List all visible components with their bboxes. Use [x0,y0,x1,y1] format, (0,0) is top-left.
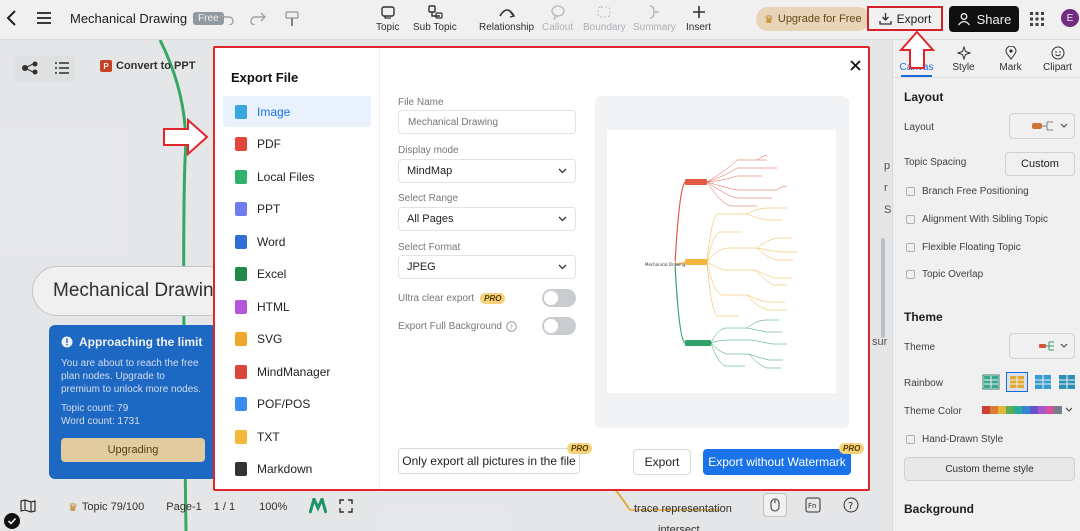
chevron-down-icon [558,168,567,174]
markdown-file-icon [235,461,247,476]
export-pictures-button[interactable]: Only export all pictures in the file [398,448,580,474]
format-label: SVG [257,331,283,346]
full-background-toggle[interactable] [542,317,576,335]
export-file-dialog: Export File Image PDF Local Files PPT Word Ex… [213,46,870,491]
close-icon [849,59,861,71]
ultra-clear-toggle[interactable] [542,289,576,307]
format-label: Markdown [257,461,313,476]
ultra-clear-row: Ultra clear export PRO [398,289,576,307]
txt-file-icon [235,429,247,444]
select-format-value: JPEG [407,261,436,273]
display-mode-value: MindMap [407,165,453,177]
format-item-html[interactable]: HTML [223,291,371,322]
format-label: PDF [257,136,281,151]
annotation-arrow-up-icon [899,30,935,69]
word-file-icon [235,234,247,249]
svg-text:?: ? [509,323,513,331]
select-range-select[interactable]: All Pages [398,207,576,231]
ppt-file-icon [235,201,247,216]
pdf-file-icon [235,136,247,151]
dialog-title: Export File [231,70,299,85]
format-label: PPT [257,201,281,216]
local-file-icon [235,169,247,184]
format-label: HTML [257,299,290,314]
pro-badge: PRO [839,443,865,454]
format-label: Local Files [257,169,315,184]
preview-canvas: Mechanical Drawing [607,130,836,393]
select-range-label: Select Range [398,193,459,204]
display-mode-select[interactable]: MindMap [398,159,576,183]
select-format-select[interactable]: JPEG [398,255,576,279]
annotation-arrow-right-icon [163,117,209,157]
excel-file-icon [235,266,247,281]
file-name-input[interactable] [398,110,576,134]
format-label: Excel [257,266,287,281]
full-background-label: Export Full Background [398,320,502,332]
display-mode-label: Display mode [398,145,459,156]
select-range-value: All Pages [407,213,454,225]
preview-root-text: Mechanical Drawing [645,262,686,267]
mindmap-preview-image: Mechanical Drawing [645,154,797,369]
format-item-txt[interactable]: TXT [223,421,371,452]
export-without-watermark-button[interactable]: Export without Watermark [703,449,851,475]
export-preview: Mechanical Drawing [595,96,849,428]
full-background-row: Export Full Background ? [398,317,576,335]
format-item-pdf[interactable]: PDF [223,128,371,159]
format-item-mindmanager[interactable]: MindManager [223,356,371,387]
format-label: TXT [257,429,280,444]
pro-badge: PRO [567,443,593,454]
format-label: MindManager [257,364,331,379]
help-icon[interactable]: ? [506,320,517,332]
file-name-label: File Name [398,97,444,108]
format-item-local-files[interactable]: Local Files [223,161,371,192]
chevron-down-icon [558,216,567,222]
format-item-svg[interactable]: SVG [223,323,371,354]
close-button[interactable] [846,56,864,74]
format-item-image[interactable]: Image [223,96,371,127]
format-item-pof-pos[interactable]: POF/POS [223,388,371,419]
format-item-ppt[interactable]: PPT [223,193,371,224]
image-file-icon [235,104,247,119]
format-label: Word [257,234,286,249]
html-file-icon [235,299,247,314]
format-list: Export File Image PDF Local Files PPT Word Ex… [215,48,380,489]
format-label: POF/POS [257,396,311,411]
pof-file-icon [235,396,247,411]
mindmanager-file-icon [235,364,247,379]
ultra-clear-label: Ultra clear export [398,292,475,304]
svg-file-icon [235,331,247,346]
format-item-markdown[interactable]: Markdown [223,453,371,484]
format-item-word[interactable]: Word [223,226,371,257]
chevron-down-icon [558,264,567,270]
format-label: Image [257,104,291,119]
format-item-excel[interactable]: Excel [223,258,371,289]
export-button[interactable]: Export [633,449,691,475]
select-format-label: Select Format [398,242,461,253]
pro-badge: PRO [480,292,506,304]
